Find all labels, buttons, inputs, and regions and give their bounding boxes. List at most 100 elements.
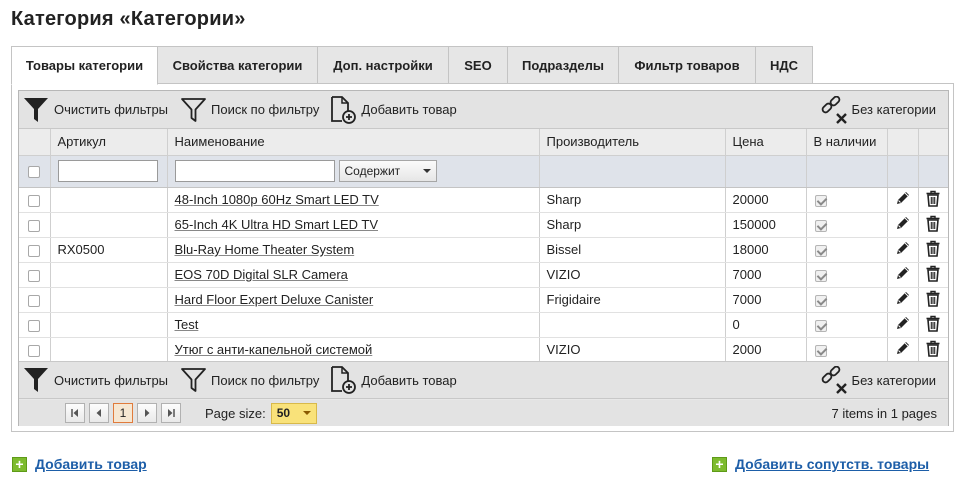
last-page-button[interactable] xyxy=(161,403,181,423)
trash-icon xyxy=(926,290,940,307)
column-header-manufacturer[interactable]: Производитель xyxy=(539,129,726,156)
row-select-checkbox[interactable] xyxy=(28,294,41,307)
cell-in-stock xyxy=(806,237,888,263)
product-name-link[interactable]: EOS 70D Digital SLR Camera xyxy=(175,267,348,282)
row-select-checkbox[interactable] xyxy=(28,269,41,282)
page-size-select[interactable]: 50 xyxy=(270,402,317,424)
cell-article xyxy=(50,287,168,313)
search-by-filter-button-bottom[interactable]: Поиск по фильтру xyxy=(180,361,319,399)
edit-column-header xyxy=(887,129,919,156)
plus-icon: + xyxy=(712,456,727,472)
column-header-in-stock[interactable]: В наличии xyxy=(806,129,888,156)
prev-page-button[interactable] xyxy=(89,403,109,423)
products-grid: Очистить фильтры Поиск по фильтру Добави… xyxy=(18,90,949,426)
table-row[interactable]: EOS 70D Digital SLR Camera VIZIO 7000 xyxy=(19,262,948,288)
cell-manufacturer: VIZIO xyxy=(539,337,726,363)
name-filter-input[interactable] xyxy=(174,159,335,182)
select-all-checkbox[interactable] xyxy=(28,166,41,179)
row-select-checkbox[interactable] xyxy=(28,244,41,257)
cell-name: Blu-Ray Home Theater System xyxy=(167,237,540,263)
column-header-article[interactable]: Артикул xyxy=(50,129,168,156)
page-title: Категория «Категории» xyxy=(11,8,246,30)
product-name-link[interactable]: 65-Inch 4K Ultra HD Smart LED TV xyxy=(175,217,379,232)
grid-toolbar-top: Очистить фильтры Поиск по фильтру Добави… xyxy=(19,91,948,129)
cell-manufacturer: Sharp xyxy=(539,212,726,238)
clear-filters-button[interactable]: Очистить фильтры xyxy=(23,91,168,129)
unlink-icon xyxy=(821,366,847,394)
add-product-toolbar-button-bottom[interactable]: Добавить товар xyxy=(329,361,457,399)
cell-price: 18000 xyxy=(725,237,807,263)
cell-in-stock xyxy=(806,262,888,288)
cell-edit xyxy=(887,187,919,213)
cell-delete xyxy=(918,312,948,338)
edit-button[interactable] xyxy=(895,240,911,259)
product-name-link[interactable]: Утюг с анти-капельной системой xyxy=(175,342,373,357)
tab-category-products[interactable]: Товары категории xyxy=(11,46,158,85)
page-size-label: Page size: xyxy=(205,405,266,421)
cell-name: Test xyxy=(167,312,540,338)
product-name-link[interactable]: Hard Floor Expert Deluxe Canister xyxy=(175,292,374,307)
delete-button[interactable] xyxy=(925,315,941,335)
name-condition-select[interactable]: Содержит xyxy=(338,160,437,183)
row-select-checkbox[interactable] xyxy=(28,194,41,207)
no-category-button-bottom[interactable]: Без категории xyxy=(820,361,936,399)
tab-extra-settings[interactable]: Доп. настройки xyxy=(318,46,449,84)
delete-button[interactable] xyxy=(925,240,941,260)
column-header-name[interactable]: Наименование xyxy=(167,129,540,156)
clear-filters-label: Очистить фильтры xyxy=(54,102,169,117)
product-name-link[interactable]: Blu-Ray Home Theater System xyxy=(175,242,355,257)
cell-price: 20000 xyxy=(725,187,807,213)
table-row[interactable]: Test 0 xyxy=(19,312,948,338)
cell-delete xyxy=(918,187,948,213)
grid-toolbar-bottom: Очистить фильтры Поиск по фильтру Добави… xyxy=(19,361,948,399)
in-stock-checkbox xyxy=(814,344,827,357)
add-product-link[interactable]: + Добавить товар xyxy=(12,456,147,472)
tab-category-properties[interactable]: Свойства категории xyxy=(158,46,318,84)
cell-name: 48-Inch 1080p 60Hz Smart LED TV xyxy=(167,187,540,213)
edit-button[interactable] xyxy=(895,315,911,334)
pencil-icon xyxy=(896,192,909,204)
add-related-products-link[interactable]: + Добавить сопутств. товары xyxy=(712,456,929,472)
trash-icon xyxy=(926,190,940,207)
row-select-checkbox[interactable] xyxy=(28,319,41,332)
article-filter-input[interactable] xyxy=(57,160,158,182)
cell-manufacturer: Sharp xyxy=(539,187,726,213)
table-row[interactable]: Утюг с анти-капельной системой VIZIO 2000 xyxy=(19,337,948,363)
select-column-header xyxy=(19,129,51,156)
in-stock-checkbox xyxy=(814,269,827,282)
cell-article xyxy=(50,212,168,238)
next-page-button[interactable] xyxy=(137,403,157,423)
edit-button[interactable] xyxy=(895,190,911,209)
delete-button[interactable] xyxy=(925,265,941,285)
clear-filters-button-bottom[interactable]: Очистить фильтры xyxy=(23,361,168,399)
edit-button[interactable] xyxy=(895,340,911,359)
product-name-link[interactable]: 48-Inch 1080p 60Hz Smart LED TV xyxy=(175,192,379,207)
column-header-price[interactable]: Цена xyxy=(725,129,807,156)
row-select-checkbox[interactable] xyxy=(28,219,41,232)
add-product-toolbar-button[interactable]: Добавить товар xyxy=(329,91,457,129)
chevron-down-icon xyxy=(302,411,311,415)
table-row[interactable]: Hard Floor Expert Deluxe Canister Frigida… xyxy=(19,287,948,313)
product-name-link[interactable]: Test xyxy=(175,317,199,332)
current-page-button[interactable]: 1 xyxy=(113,403,133,423)
delete-button[interactable] xyxy=(925,215,941,235)
tab-seo[interactable]: SEO xyxy=(449,46,508,84)
edit-button[interactable] xyxy=(895,215,911,234)
row-select-checkbox[interactable] xyxy=(28,344,41,357)
edit-button[interactable] xyxy=(895,265,911,284)
tab-product-filter[interactable]: Фильтр товаров xyxy=(619,46,756,84)
table-row[interactable]: 65-Inch 4K Ultra HD Smart LED TV Sharp 150… xyxy=(19,212,948,238)
first-page-button[interactable] xyxy=(65,403,85,423)
delete-button[interactable] xyxy=(925,190,941,210)
delete-button[interactable] xyxy=(925,290,941,310)
cell-delete xyxy=(918,212,948,238)
table-row[interactable]: RX0500 Blu-Ray Home Theater System Bissel 1… xyxy=(19,237,948,263)
edit-button[interactable] xyxy=(895,290,911,309)
no-category-button[interactable]: Без категории xyxy=(820,91,936,129)
tab-subsections[interactable]: Подразделы xyxy=(508,46,619,84)
cell-in-stock xyxy=(806,287,888,313)
search-by-filter-button[interactable]: Поиск по фильтру xyxy=(180,91,319,129)
tab-vat[interactable]: НДС xyxy=(756,46,813,84)
table-row[interactable]: 48-Inch 1080p 60Hz Smart LED TV Sharp 2000… xyxy=(19,187,948,213)
delete-button[interactable] xyxy=(925,340,941,360)
